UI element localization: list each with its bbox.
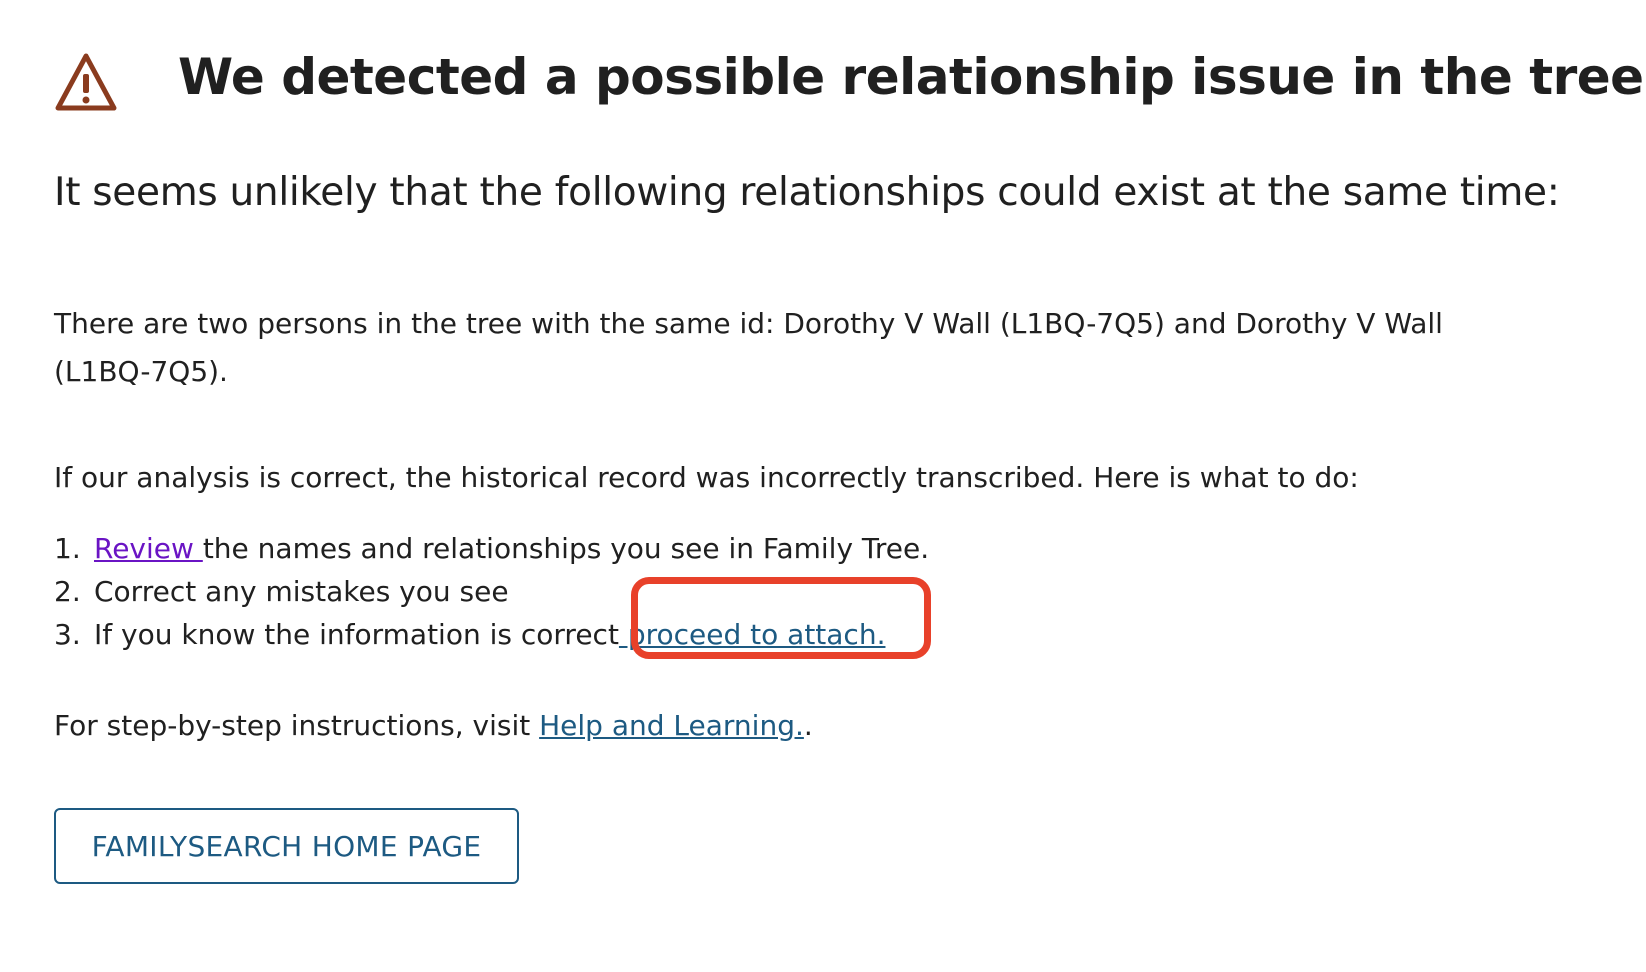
warning-triangle-icon xyxy=(55,53,117,111)
step-content: If you know the information is correct p… xyxy=(94,613,885,656)
help-and-learning-link[interactable]: Help and Learning. xyxy=(539,709,804,742)
steps-list: 1. Review the names and relationships yo… xyxy=(54,527,929,656)
header-icon-container xyxy=(54,50,118,114)
step-number: 1. xyxy=(54,532,81,565)
familysearch-home-page-button[interactable]: FAMILYSEARCH HOME PAGE xyxy=(54,808,519,884)
list-item: 2. Correct any mistakes you see xyxy=(54,570,929,613)
list-item: 1. Review the names and relationships yo… xyxy=(54,527,929,570)
proceed-to-attach-link[interactable]: proceed to attach. xyxy=(619,618,886,651)
analysis-text: If our analysis is correct, the historic… xyxy=(54,461,1359,494)
step-text: Correct any mistakes you see xyxy=(94,575,509,608)
step-number: 2. xyxy=(54,575,81,608)
step-number: 3. xyxy=(54,618,81,651)
list-item: 3. If you know the information is correc… xyxy=(54,613,929,656)
help-prefix: For step-by-step instructions, visit xyxy=(54,709,540,742)
step-content: Review the names and relationships you s… xyxy=(94,527,929,570)
page-title: We detected a possible relationship issu… xyxy=(178,48,1646,106)
step-text: If you know the information is correct xyxy=(94,618,619,651)
help-suffix: . xyxy=(803,709,813,742)
help-text: For step-by-step instructions, visit Hel… xyxy=(54,702,813,750)
step-text: the names and relationships you see in F… xyxy=(202,532,930,565)
review-link[interactable]: Review xyxy=(94,532,203,565)
issue-description: There are two persons in the tree with t… xyxy=(54,307,1443,388)
page-subtitle: It seems unlikely that the following rel… xyxy=(54,170,1560,215)
